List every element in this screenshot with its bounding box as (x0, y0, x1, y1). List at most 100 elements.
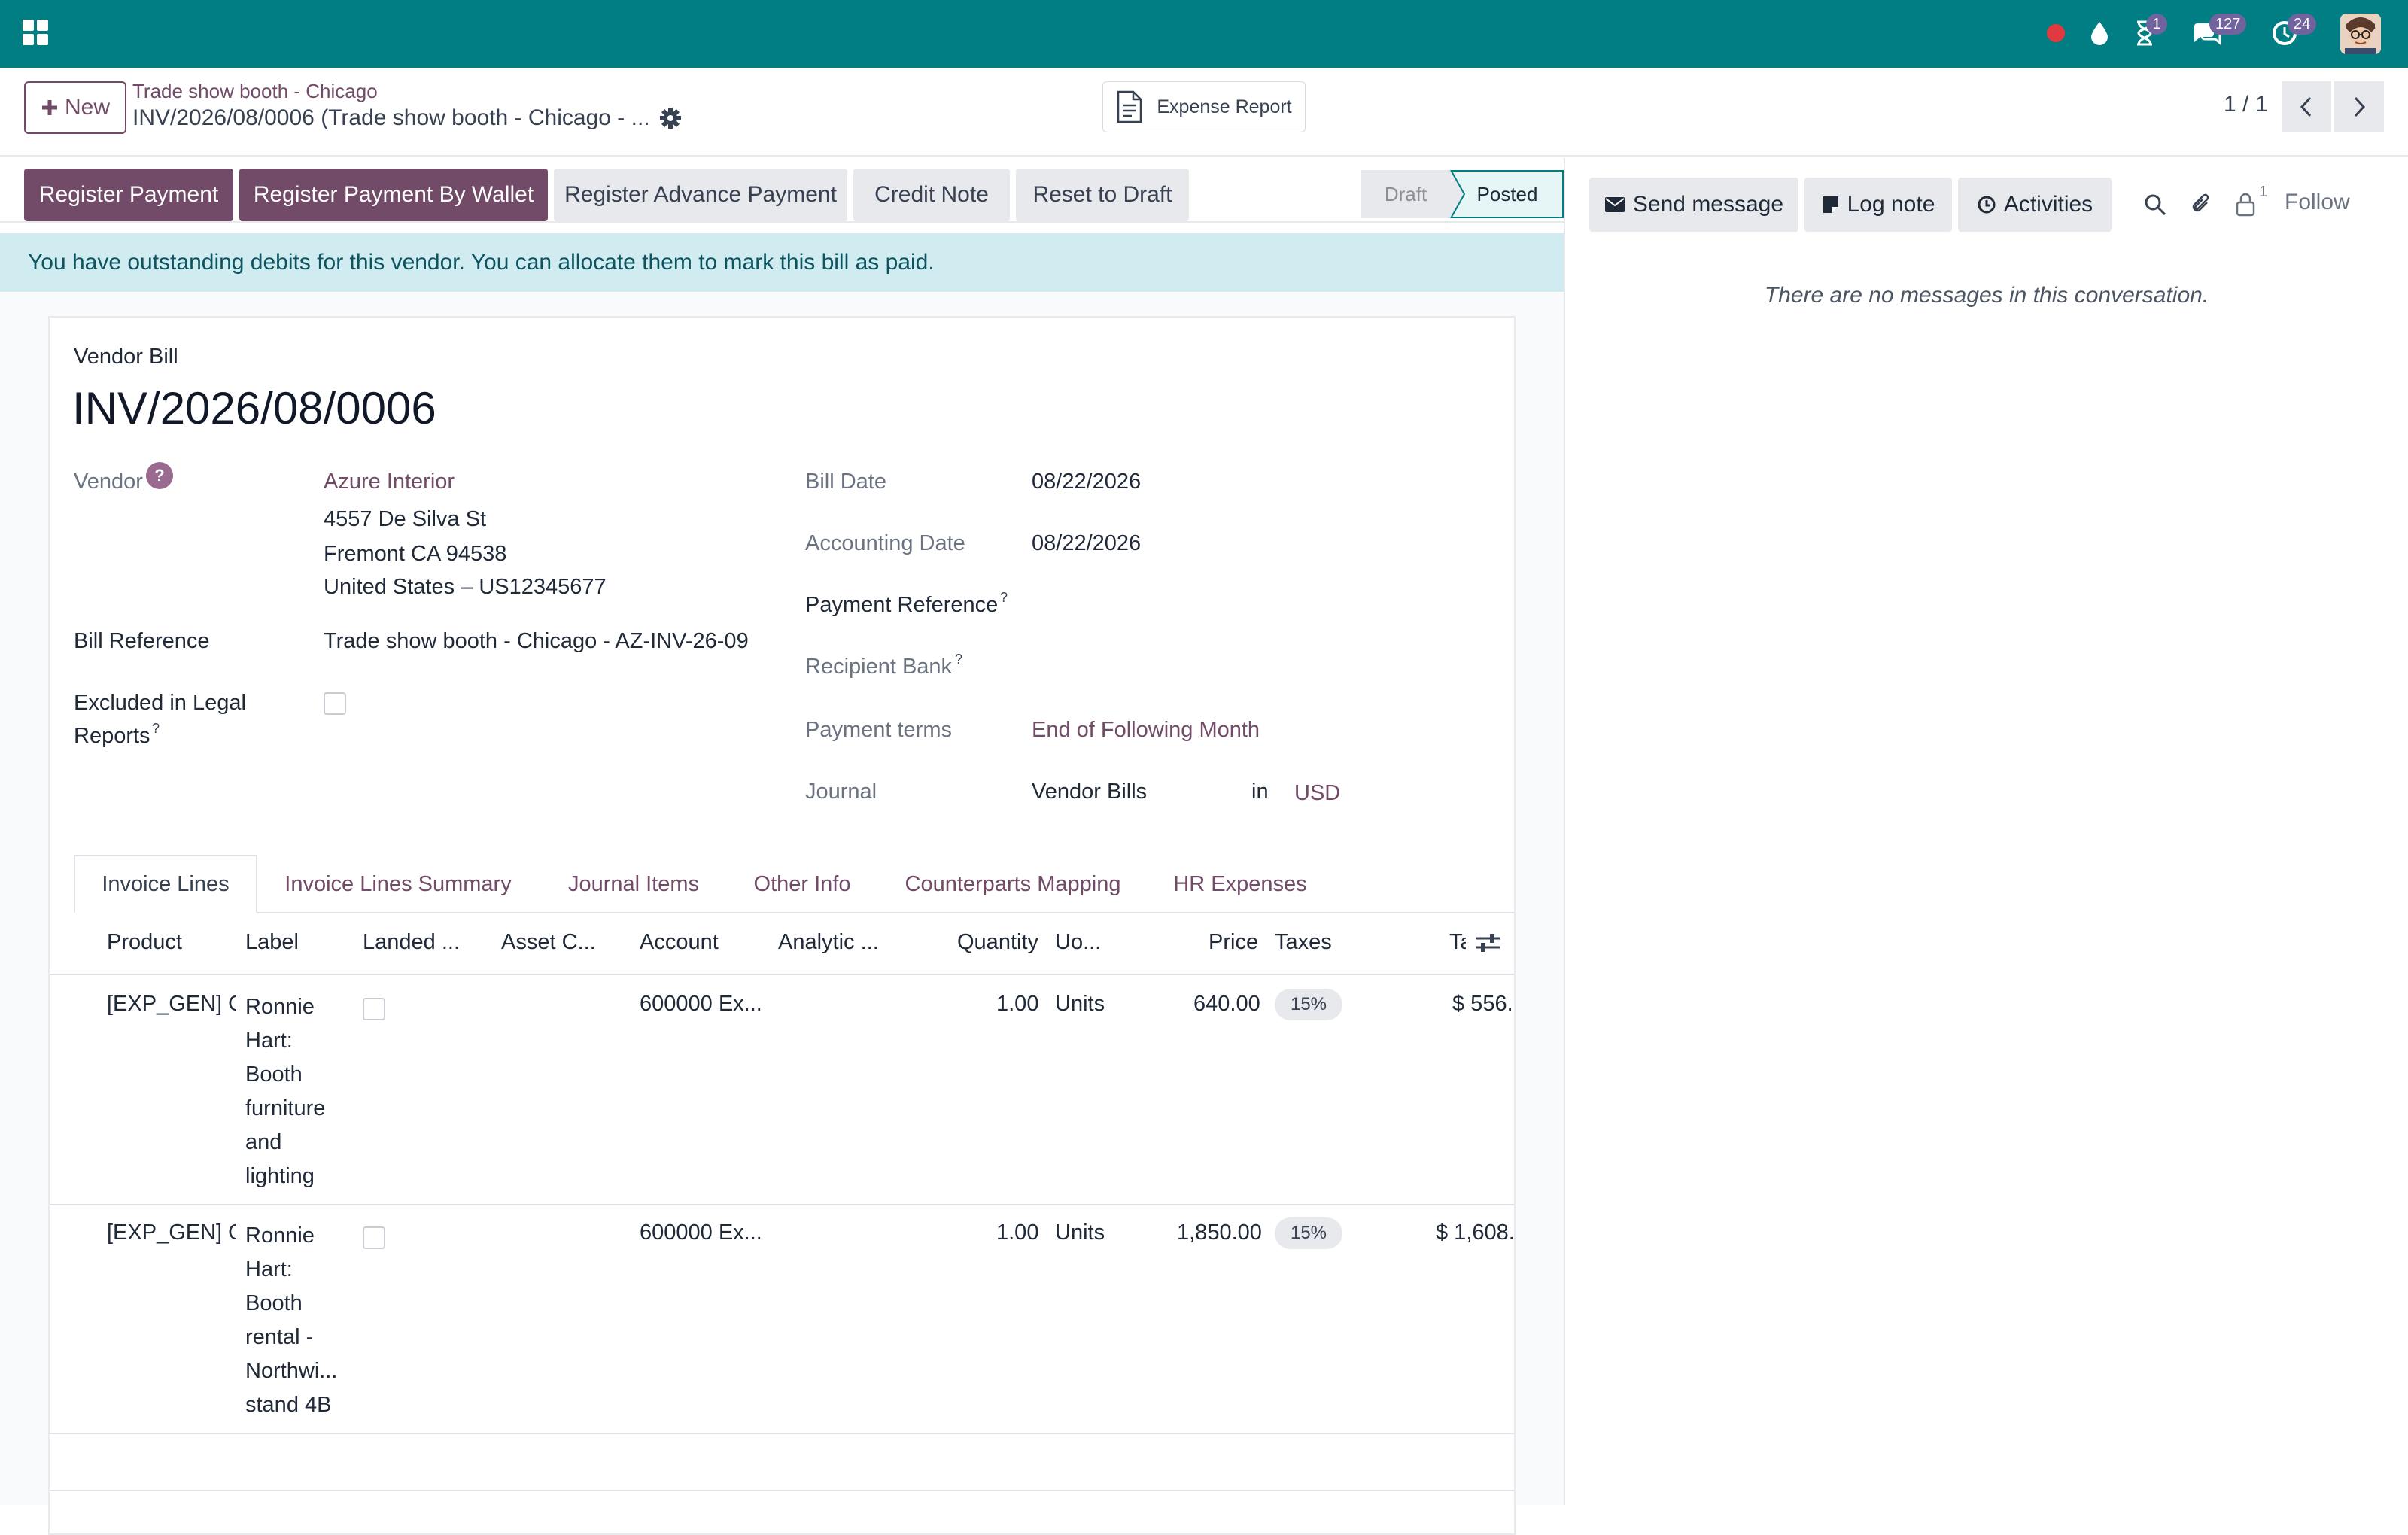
column-header-account[interactable]: Account (640, 930, 719, 955)
register-advance-payment-button[interactable]: Register Advance Payment (554, 169, 847, 221)
currency-link[interactable]: USD (1294, 781, 1340, 806)
row1-tax-badge[interactable]: 15% (1275, 989, 1342, 1020)
vendor-address-line1: 4557 De Silva St (324, 507, 487, 531)
search-icon[interactable] (2140, 190, 2170, 220)
row1-landed-cost-checkbox[interactable] (363, 998, 385, 1020)
send-message-button[interactable]: Send message (1589, 178, 1798, 232)
recipient-bank-help-icon[interactable]: ? (955, 652, 962, 667)
apps-menu-icon[interactable] (23, 20, 50, 47)
activities-badge: 1 (2146, 14, 2167, 35)
breadcrumb-parent-link[interactable]: Trade show booth - Chicago (132, 80, 378, 103)
accounting-date-label: Accounting Date (805, 531, 965, 555)
drop-icon[interactable] (2084, 18, 2115, 48)
bill-date-field[interactable]: 08/22/2026 (1032, 470, 1141, 494)
row1-label[interactable]: Ronnie Hart: Booth furniture and lightin… (245, 990, 325, 1193)
vendor-label: Vendor (74, 470, 143, 494)
tab-journal-items[interactable]: Journal Items (549, 855, 718, 913)
recipient-bank-label: Recipient Bank (805, 655, 953, 679)
excluded-legal-checkbox[interactable] (324, 692, 346, 715)
payment-reference-label: Payment Reference (805, 593, 999, 617)
row2-label-line: Northwi... (245, 1359, 338, 1383)
tab-hr-expenses[interactable]: HR Expenses (1165, 855, 1315, 913)
excluded-legal-label-line2: Reports (74, 724, 150, 748)
pager-previous-button[interactable] (2282, 81, 2331, 132)
column-header-quantity[interactable]: Quantity (957, 930, 1038, 955)
row2-uom[interactable]: Units (1055, 1220, 1105, 1245)
column-header-analytic[interactable]: Analytic ... (778, 930, 879, 955)
bill-number-title: INV/2026/08/0006 (72, 383, 436, 433)
row2-label[interactable]: Ronnie Hart: Booth rental - Northwi... s… (245, 1219, 337, 1422)
reset-to-draft-button[interactable]: Reset to Draft (1016, 169, 1189, 221)
column-header-asset-category[interactable]: Asset C... (501, 930, 596, 955)
vendor-address-line2: Fremont CA 94538 (324, 542, 507, 566)
payment-terms-link[interactable]: End of Following Month (1032, 718, 1260, 743)
row2-account[interactable]: 600000 Ex... (640, 1220, 762, 1245)
table-row-divider (50, 1433, 1514, 1434)
credit-note-button[interactable]: Credit Note (853, 169, 1010, 221)
control-panel-divider (0, 155, 2408, 157)
stage-draft[interactable]: Draft (1361, 170, 1451, 218)
bill-reference-field[interactable]: Trade show booth - Chicago - AZ-INV-26-0… (324, 629, 760, 654)
column-header-uom[interactable]: Uo... (1055, 930, 1101, 955)
excluded-help-icon[interactable]: ? (152, 721, 160, 737)
log-note-label: Log note (1847, 192, 1935, 217)
column-header-total[interactable]: Ta (1449, 930, 1466, 955)
lock-followers-icon[interactable] (2230, 190, 2261, 220)
pager-value[interactable]: 1 / 1 (2224, 92, 2267, 117)
row1-label-line: lighting (245, 1164, 315, 1188)
accounting-date-field[interactable]: 08/22/2026 (1032, 531, 1141, 556)
tab-counterparts-mapping[interactable]: Counterparts Mapping (891, 855, 1135, 913)
row1-label-line: Ronnie (245, 995, 315, 1019)
journal-field[interactable]: Vendor Bills (1032, 780, 1147, 804)
vendor-link[interactable]: Azure Interior (324, 470, 455, 494)
envelope-icon (1604, 197, 1625, 212)
row1-product[interactable]: [EXP_GEN] O (107, 992, 236, 1017)
tab-other-info[interactable]: Other Info (740, 855, 864, 913)
register-payment-wallet-button[interactable]: Register Payment By Wallet (239, 169, 548, 221)
chevron-right-icon (2354, 96, 2366, 117)
row2-total: $ 1,608. (1436, 1220, 1513, 1245)
user-avatar[interactable] (2340, 14, 2381, 54)
row2-product[interactable]: [EXP_GEN] O (107, 1220, 236, 1245)
bill-reference-label: Bill Reference (74, 629, 210, 653)
table-row-divider (50, 1490, 1514, 1491)
tab-invoice-lines-summary[interactable]: Invoice Lines Summary (268, 855, 528, 913)
column-header-product[interactable]: Product (107, 930, 182, 955)
journal-in-text: in (1251, 780, 1269, 804)
new-button-label: New (64, 95, 110, 120)
row2-price[interactable]: 1,850.00 (1177, 1220, 1262, 1245)
row2-label-line: stand 4B (245, 1393, 332, 1417)
tab-invoice-lines[interactable]: Invoice Lines (74, 855, 257, 913)
row1-uom[interactable]: Units (1055, 992, 1105, 1017)
expense-report-button[interactable]: Expense Report (1102, 81, 1306, 132)
column-header-landed-cost[interactable]: Landed ... (363, 930, 460, 955)
paperclip-icon[interactable] (2187, 190, 2217, 220)
column-header-label[interactable]: Label (245, 930, 299, 955)
row1-price[interactable]: 640.00 (1193, 992, 1260, 1017)
row2-tax-badge[interactable]: 15% (1275, 1217, 1342, 1249)
payment-reference-help-icon[interactable]: ? (1000, 590, 1008, 606)
excluded-legal-label-line1: Excluded in Legal (74, 691, 246, 715)
pager-next-button[interactable] (2334, 81, 2384, 132)
row1-account[interactable]: 600000 Ex... (640, 992, 762, 1017)
row2-landed-cost-checkbox[interactable] (363, 1226, 385, 1249)
column-header-price[interactable]: Price (1209, 930, 1258, 955)
row2-quantity[interactable]: 1.00 (996, 1220, 1038, 1245)
row1-quantity[interactable]: 1.00 (996, 992, 1038, 1017)
column-header-taxes[interactable]: Taxes (1275, 930, 1332, 955)
log-note-button[interactable]: Log note (1804, 178, 1952, 232)
record-dot-icon[interactable] (2041, 18, 2071, 48)
note-icon (1823, 196, 1838, 213)
clock-icon (1978, 196, 1996, 214)
expense-report-label: Expense Report (1157, 96, 1292, 117)
vendor-help-icon[interactable]: ? (146, 462, 173, 489)
activities-button[interactable]: Activities (1958, 178, 2112, 232)
follow-button[interactable]: Follow (2285, 190, 2350, 215)
gear-icon[interactable] (659, 107, 683, 131)
row1-label-line: Hart: (245, 1029, 293, 1053)
new-button[interactable]: New (24, 81, 126, 134)
column-settings-icon[interactable] (1475, 932, 1502, 958)
register-payment-button[interactable]: Register Payment (24, 169, 233, 221)
table-row-divider (50, 1204, 1514, 1205)
messages-badge: 127 (2209, 14, 2247, 35)
